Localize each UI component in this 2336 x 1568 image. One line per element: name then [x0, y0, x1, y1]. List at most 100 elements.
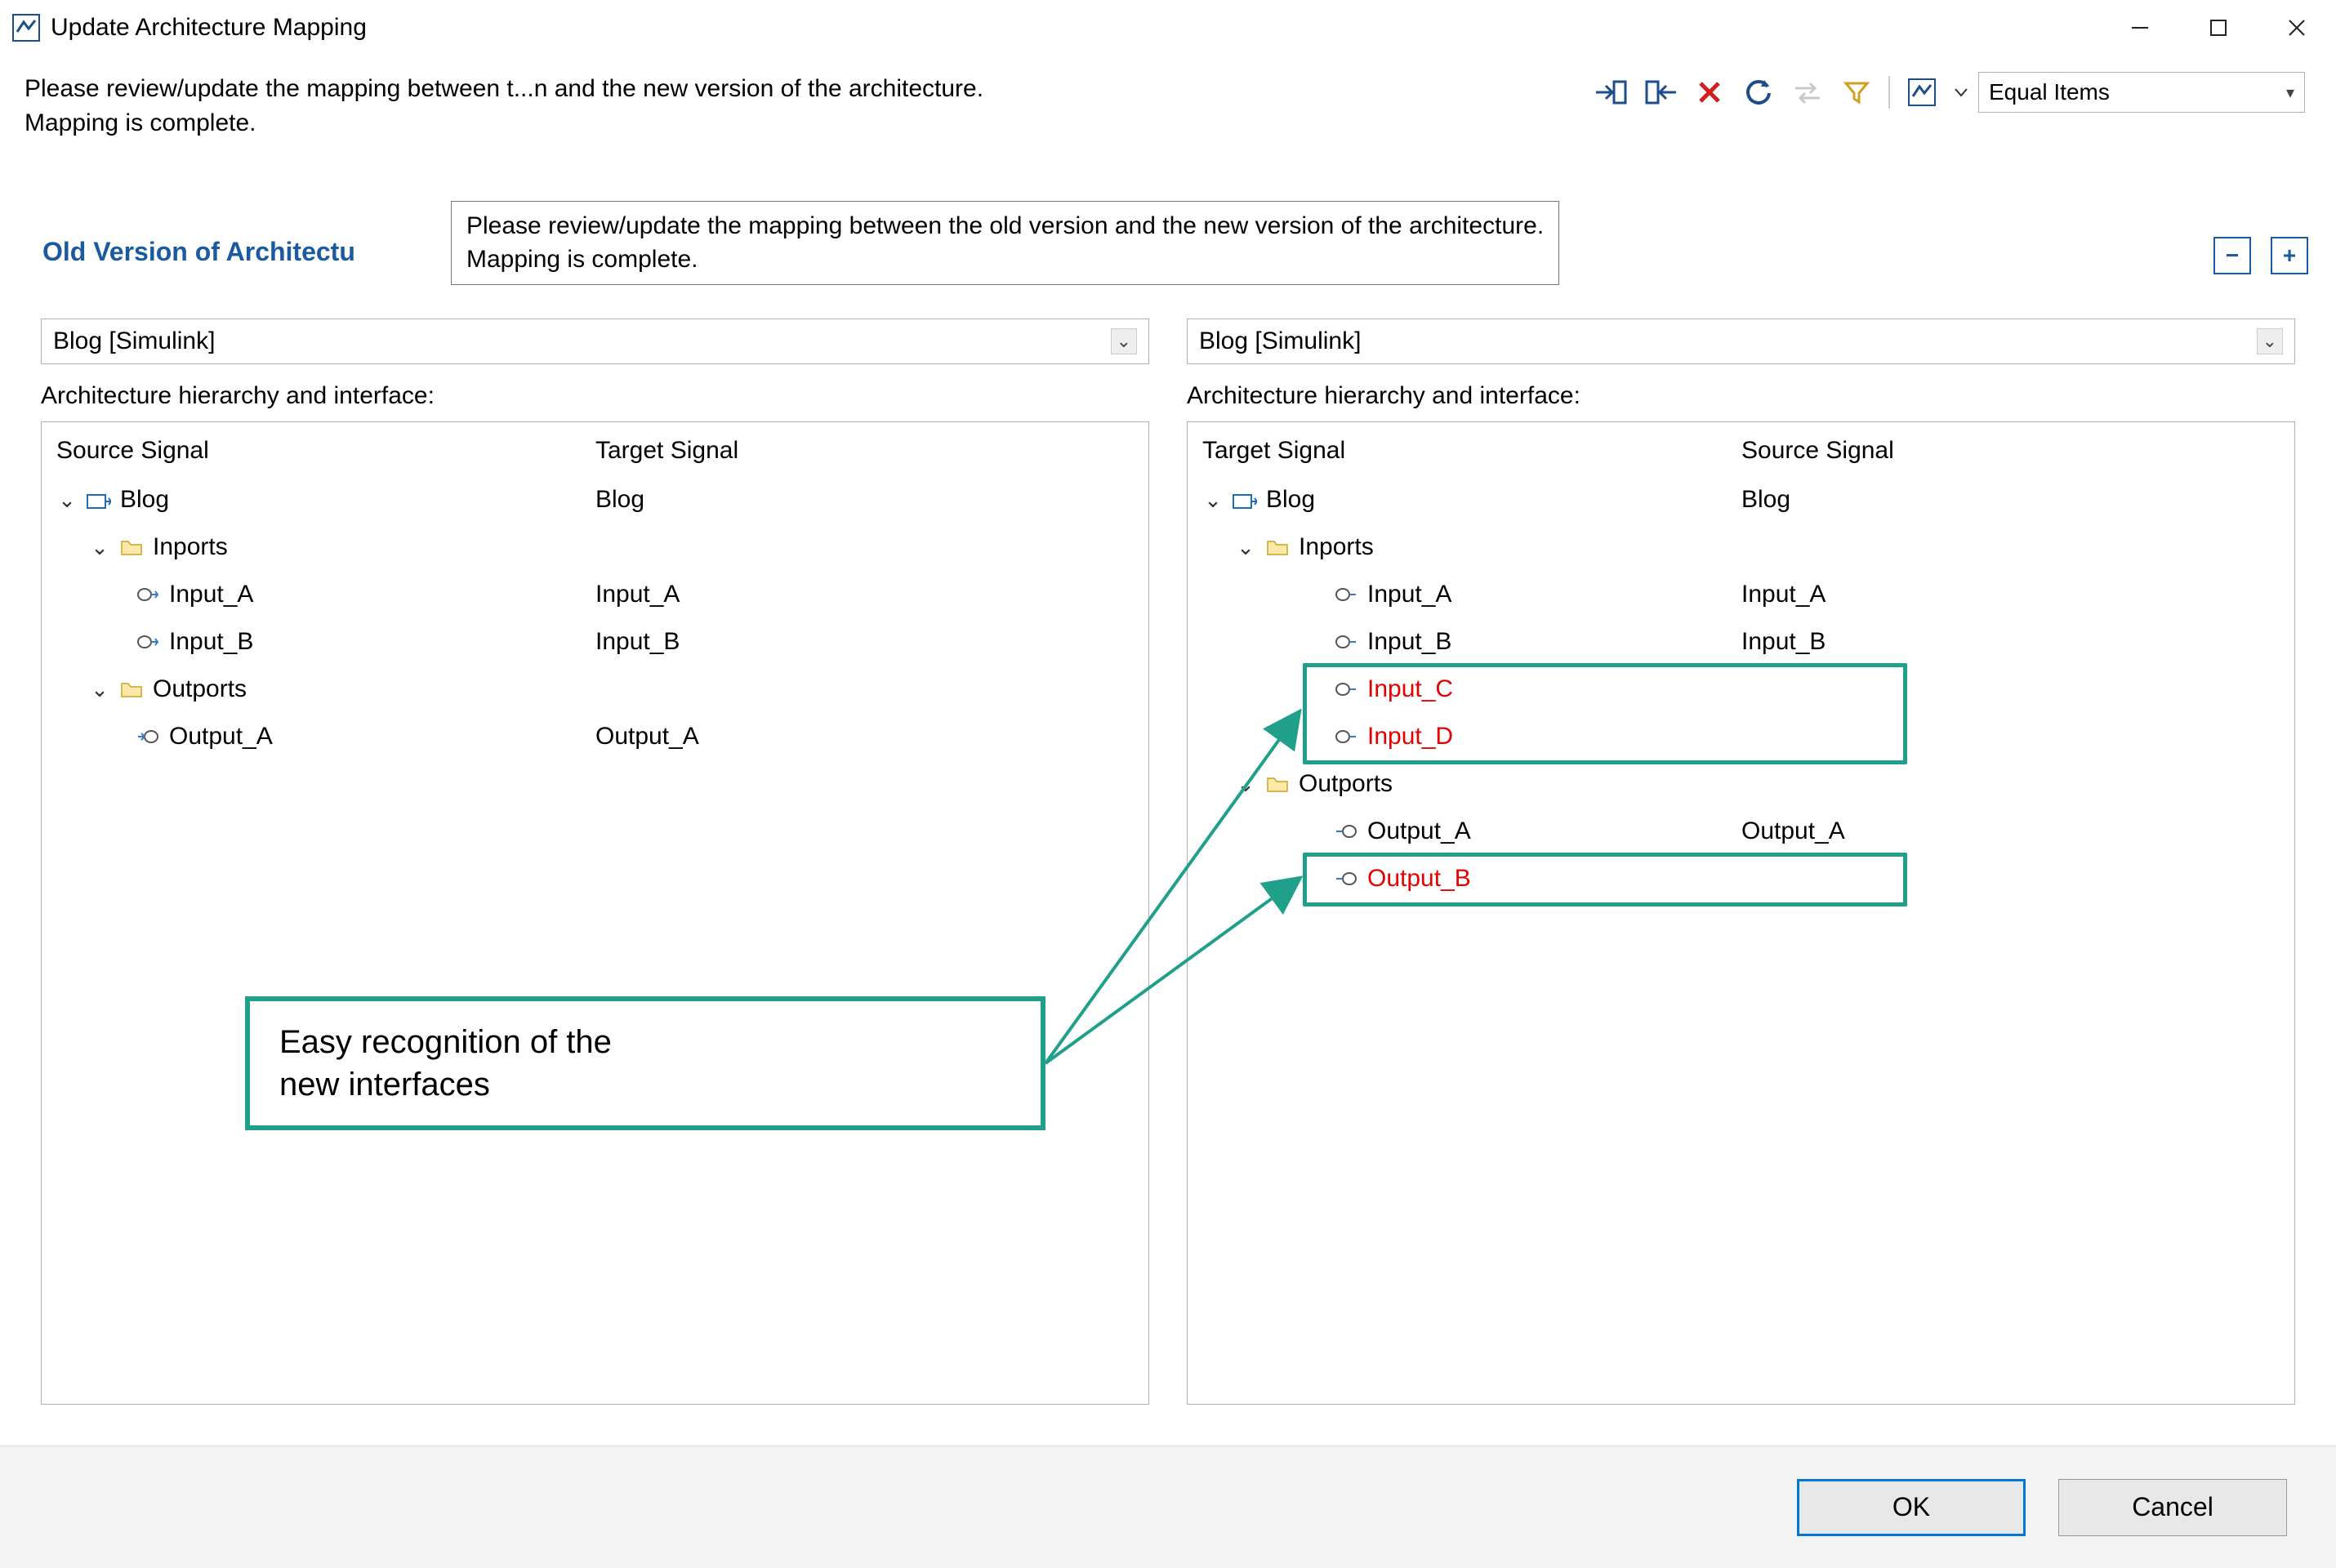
delete-mapping-icon[interactable]	[1687, 74, 1732, 111]
node-label: Input_A	[1367, 581, 1451, 608]
tree-row-port[interactable]: Output_A Output_A	[42, 713, 1148, 760]
expand-all-icon[interactable]: +	[2271, 237, 2308, 274]
node-label: Input_D	[1367, 723, 1453, 751]
swap-icon[interactable]	[1785, 74, 1830, 111]
tooltip: Please review/update the mapping between…	[451, 201, 1559, 285]
outport-icon	[135, 724, 161, 750]
inport-icon	[1333, 724, 1359, 750]
left-tree: Source Signal Target Signal ⌄ Blog Blog …	[41, 421, 1149, 1405]
node-target: Input_B	[1741, 628, 2294, 656]
folder-icon	[1264, 534, 1291, 560]
tree-row-outports[interactable]: ⌄ Outports	[42, 666, 1148, 713]
folder-icon	[118, 534, 145, 560]
right-col-target: Target Signal	[1202, 437, 1741, 465]
node-label: Inports	[1299, 533, 1374, 561]
old-version-header: Old Version of Architectu	[42, 237, 355, 267]
right-model-combo[interactable]: Blog [Simulink] ⌄	[1187, 318, 2295, 364]
node-label: Output_B	[1367, 865, 1471, 893]
outport-icon	[1333, 818, 1359, 844]
node-target: Input_B	[595, 628, 1148, 656]
filter-combo[interactable]: Equal Items ▾	[1978, 72, 2305, 113]
filter-icon[interactable]	[1834, 74, 1879, 111]
expander-icon[interactable]: ⌄	[1235, 772, 1256, 797]
left-panel: Blog [Simulink] ⌄ Architecture hierarchy…	[41, 318, 1149, 1405]
window-title: Update Architecture Mapping	[51, 14, 367, 42]
right-panel: Blog [Simulink] ⌄ Architecture hierarchy…	[1187, 318, 2295, 1405]
map-left-icon[interactable]	[1638, 74, 1683, 111]
map-right-icon[interactable]	[1589, 74, 1634, 111]
right-panel-label: Architecture hierarchy and interface:	[1187, 382, 2295, 410]
left-model-label: Blog [Simulink]	[53, 327, 215, 355]
tree-row-port-new[interactable]: Input_C	[1188, 666, 2294, 713]
node-label: Output_A	[1367, 817, 1471, 845]
status-line-2: Mapping is complete.	[25, 106, 983, 140]
inport-icon	[1333, 676, 1359, 702]
node-label: Blog	[1266, 486, 1315, 514]
tree-row-port[interactable]: Input_B Input_B	[1188, 618, 2294, 666]
node-label: Inports	[153, 533, 228, 561]
node-label: Outports	[153, 675, 247, 703]
arch-icon[interactable]	[1900, 74, 1944, 111]
tree-row-port-new[interactable]: Output_B	[1188, 855, 2294, 902]
right-col-source: Source Signal	[1741, 437, 2280, 465]
model-icon	[1232, 487, 1258, 513]
node-label: Outports	[1299, 770, 1393, 798]
annotation-box: Easy recognition of the new interfaces	[245, 996, 1045, 1130]
annotation-line-2: new interfaces	[279, 1063, 1011, 1106]
model-icon	[86, 487, 112, 513]
maximize-button[interactable]	[2179, 3, 2258, 52]
expander-icon[interactable]: ⌄	[89, 677, 110, 702]
tree-row-root[interactable]: ⌄ Blog Blog	[42, 476, 1148, 523]
toolbar: Equal Items ▾	[1589, 72, 2311, 113]
node-label: Input_C	[1367, 675, 1453, 703]
tree-row-port[interactable]: Input_B Input_B	[42, 618, 1148, 666]
tree-row-root[interactable]: ⌄ Blog Blog	[1188, 476, 2294, 523]
inport-icon	[1333, 581, 1359, 608]
tree-row-outports[interactable]: ⌄ Outports	[1188, 760, 2294, 808]
tooltip-line-2: Mapping is complete.	[466, 243, 1544, 277]
close-button[interactable]	[2258, 3, 2336, 52]
node-label: Input_B	[1367, 628, 1451, 656]
node-label: Input_A	[169, 581, 253, 608]
ok-button[interactable]: OK	[1797, 1479, 2026, 1536]
app-icon	[11, 13, 41, 42]
left-col-target: Target Signal	[595, 437, 1134, 465]
node-target: Input_A	[1741, 581, 2294, 608]
expander-icon[interactable]: ⌄	[1202, 488, 1224, 513]
status-message: Please review/update the mapping between…	[25, 72, 983, 140]
left-model-combo[interactable]: Blog [Simulink] ⌄	[41, 318, 1149, 364]
folder-icon	[118, 676, 145, 702]
node-target: Blog	[1741, 486, 2294, 514]
expander-icon[interactable]: ⌄	[56, 488, 78, 513]
folder-icon	[1264, 771, 1291, 797]
cancel-button[interactable]: Cancel	[2058, 1479, 2287, 1536]
arch-dropdown-icon[interactable]	[1949, 74, 1973, 111]
tree-row-port[interactable]: Input_A Input_A	[1188, 571, 2294, 618]
chevron-down-icon: ⌄	[2257, 328, 2283, 354]
inport-icon	[1333, 629, 1359, 655]
node-label: Blog	[120, 486, 169, 514]
expander-icon[interactable]: ⌄	[1235, 535, 1256, 560]
node-target: Input_A	[595, 581, 1148, 608]
inport-icon	[135, 629, 161, 655]
refresh-icon[interactable]	[1736, 74, 1781, 111]
toolbar-separator	[1888, 76, 1890, 109]
left-col-source: Source Signal	[56, 437, 595, 465]
left-panel-label: Architecture hierarchy and interface:	[41, 382, 1149, 410]
right-tree: Target Signal Source Signal ⌄ Blog Blog …	[1187, 421, 2295, 1405]
tree-row-port[interactable]: Input_A Input_A	[42, 571, 1148, 618]
right-model-label: Blog [Simulink]	[1199, 327, 1361, 355]
tooltip-line-1: Please review/update the mapping between…	[466, 210, 1544, 243]
collapse-all-icon[interactable]: −	[2213, 237, 2251, 274]
inport-icon	[135, 581, 161, 608]
node-target: Output_A	[595, 723, 1148, 751]
minimize-button[interactable]	[2101, 3, 2179, 52]
tree-row-inports[interactable]: ⌄ Inports	[42, 523, 1148, 571]
node-target: Output_A	[1741, 817, 2294, 845]
expander-icon[interactable]: ⌄	[89, 535, 110, 560]
tree-row-port[interactable]: Output_A Output_A	[1188, 808, 2294, 855]
tree-row-inports[interactable]: ⌄ Inports	[1188, 523, 2294, 571]
chevron-down-icon: ⌄	[1111, 328, 1137, 354]
node-label: Output_A	[169, 723, 273, 751]
tree-row-port-new[interactable]: Input_D	[1188, 713, 2294, 760]
